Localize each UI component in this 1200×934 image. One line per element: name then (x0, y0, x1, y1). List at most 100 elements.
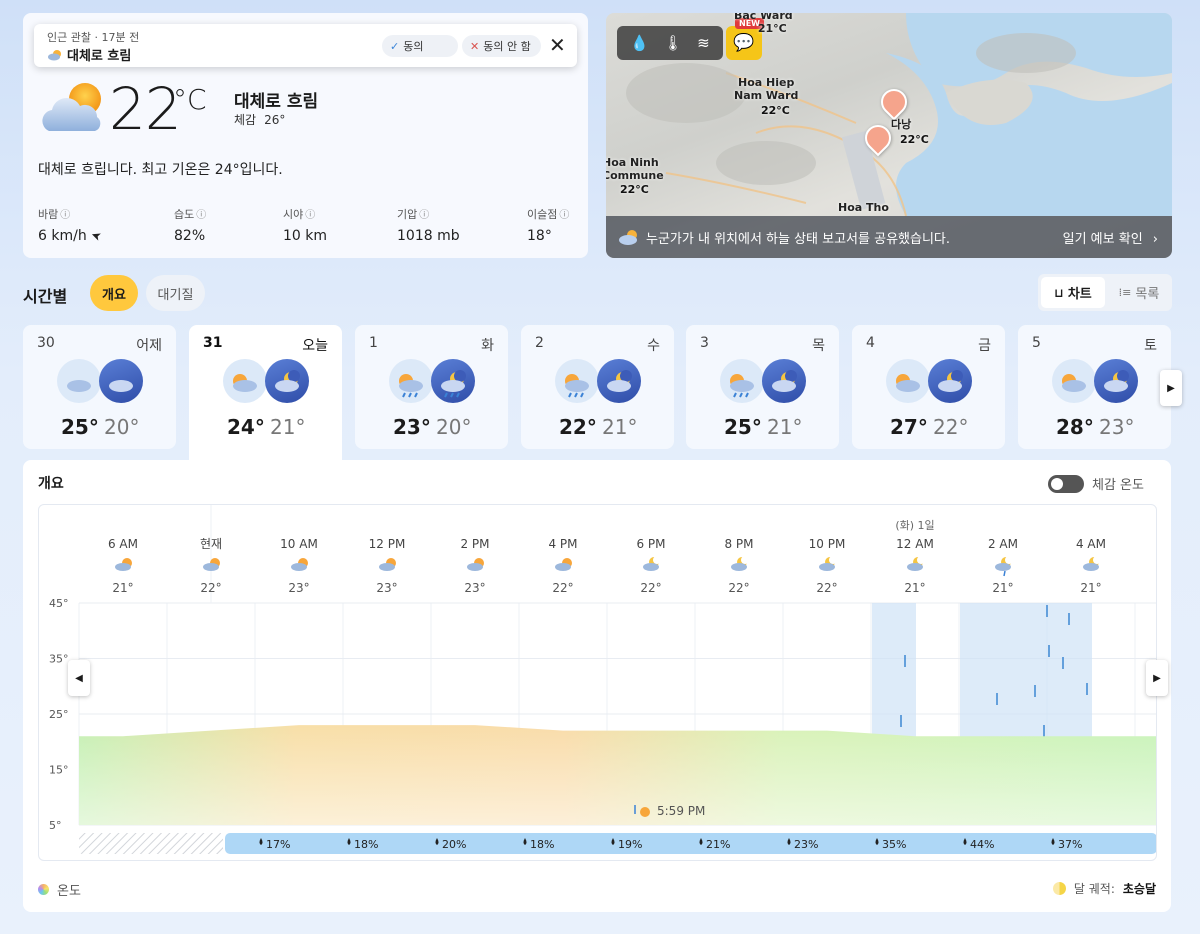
cloud-icon (1083, 563, 1099, 571)
moon-icon-shadow (653, 556, 661, 564)
map-location-name[interactable]: Hoa Tho (838, 201, 889, 214)
map-location-name: Bac Ward (734, 13, 793, 22)
day-card[interactable]: 1 화 23° 20° (355, 325, 508, 449)
stat-wind: 바람 ⓘ 6 km/h ➤ (38, 206, 103, 244)
day-card[interactable]: 5 토 28° 23° (1018, 325, 1171, 449)
disagree-button[interactable]: ✕ 동의 안 함 (462, 35, 541, 57)
info-icon[interactable]: ⓘ (305, 210, 315, 221)
day-card[interactable]: 30 어제 25° 20° (23, 325, 176, 449)
day-date: 4 (866, 335, 875, 351)
map-location-name[interactable]: 다낭 (891, 118, 911, 131)
hour-temperature-label: 23° (288, 581, 309, 595)
report-message: 누군가가 내 위치에서 하늘 상태 보고서를 공유했습니다. (646, 231, 951, 247)
hour-label: 12 PM (369, 537, 406, 551)
current-condition: 대체로 흐림 (234, 92, 319, 112)
temperature-unit[interactable]: °C (173, 83, 207, 116)
stat-humidity: 습도 ⓘ 82% (174, 206, 206, 244)
chart-view-button[interactable]: ⊔ 차트 (1041, 277, 1105, 308)
wind-layer-icon[interactable]: ≋ (697, 34, 710, 52)
day-low: 22° (933, 415, 969, 439)
day-marker-label: (화) 1일 (895, 518, 934, 532)
forecast-link-label: 일기 예보 확인 (1062, 231, 1143, 247)
current-temperature: 22 (109, 75, 182, 143)
precipitation-layer-icon[interactable]: 💧 (630, 34, 649, 52)
temperature-legend-icon (38, 884, 49, 895)
legend-moon: 달 궤적: 초승달 (1052, 880, 1156, 897)
precipitation-label: 18% (530, 838, 554, 851)
day-low: 21° (602, 415, 638, 439)
hour-temperature-label: 21° (992, 581, 1013, 595)
list-view-button[interactable]: ⁞≡ 목록 (1108, 277, 1170, 308)
day-scroll-right[interactable]: ▶ (1160, 370, 1182, 406)
legend-temperature-label: 온도 (57, 884, 81, 899)
info-icon[interactable]: ⓘ (60, 210, 70, 221)
hourly-section-title: 시간별 (23, 287, 68, 306)
hour-temperature-label: 22° (200, 581, 221, 595)
sunset-label: 5:59 PM (657, 804, 705, 818)
temperature-area-shade (79, 725, 1156, 825)
precipitation-label: 23% (794, 838, 818, 851)
temperature-layer-icon[interactable]: 🌡 (664, 34, 683, 52)
day-high: 27° (890, 415, 928, 439)
weather-map[interactable]: 💧 🌡 ≋ 💬 NEW Bac Ward 21°C Hoa Hiep Nam W… (606, 13, 1172, 258)
day-card[interactable]: 2 수 22° 21° (521, 325, 674, 449)
day-weather-icon (886, 359, 930, 403)
cloud-icon (203, 563, 219, 571)
stat-label: 시야 (283, 208, 304, 221)
chevron-right-icon: ▶ (1153, 672, 1161, 684)
y-tick-label: 35° (49, 653, 69, 666)
map-report-banner[interactable]: 누군가가 내 위치에서 하늘 상태 보고서를 공유했습니다. 일기 예보 확인 … (606, 216, 1172, 258)
chevron-right-icon: › (1152, 231, 1158, 247)
day-high: 25° (724, 415, 762, 439)
feels-like-toggle[interactable]: 체감 온도 (1048, 474, 1144, 493)
precipitation-past (79, 833, 223, 854)
cloud-icon (291, 563, 307, 571)
sunset-icon (640, 807, 650, 817)
map-location-label[interactable]: Bac Ward 21°C (734, 13, 793, 35)
hour-label: 2 AM (988, 537, 1018, 551)
tab-air-quality[interactable]: 대기질 (146, 275, 205, 311)
info-icon[interactable]: ⓘ (419, 210, 429, 221)
stat-label: 기압 (397, 208, 418, 221)
day-date: 30 (37, 335, 55, 351)
map-location-temp: 21°C (757, 22, 787, 35)
cloud-icon (643, 563, 659, 571)
info-icon[interactable]: ⓘ (196, 210, 206, 221)
agree-button[interactable]: ✓ 동의 (382, 35, 458, 57)
hour-label: 10 AM (280, 537, 318, 551)
current-conditions-card: 인근 관찰 · 17분 전 대체로 흐림 ✓ 동의 ✕ 동의 안 함 ✕ 22 … (23, 13, 588, 258)
precipitation-label: 21% (706, 838, 730, 851)
y-tick-label: 15° (49, 764, 69, 777)
chart-scroll-right[interactable]: ▶ (1146, 660, 1168, 696)
cloud-icon (555, 563, 571, 571)
hour-label: 4 PM (548, 537, 577, 551)
night-weather-icon (597, 359, 641, 403)
precipitation-label: 20% (442, 838, 466, 851)
map-location-label[interactable]: Hoa Hiep Nam Ward (734, 76, 798, 102)
moon-phase-icon (1052, 882, 1066, 895)
toggle-switch[interactable] (1048, 474, 1084, 493)
day-card[interactable]: 3 목 25° 21° (686, 325, 839, 449)
hour-temperature-label: 23° (376, 581, 397, 595)
moon-icon-shadow (829, 556, 837, 564)
hour-temperature-label: 21° (904, 581, 925, 595)
day-weather-icon (57, 359, 101, 403)
day-card[interactable]: 4 금 27° 22° (852, 325, 1005, 449)
tab-overview[interactable]: 개요 (90, 275, 138, 311)
hour-temperature-label: 22° (728, 581, 749, 595)
hour-label: 2 PM (460, 537, 489, 551)
forecast-link[interactable]: 일기 예보 확인 › (1063, 228, 1158, 247)
day-weekday: 목 (812, 338, 825, 354)
day-weekday: 화 (481, 338, 494, 354)
map-location-label[interactable]: Hoa Ninh Commune (606, 156, 664, 182)
close-icon[interactable]: ✕ (549, 33, 566, 57)
cloud-icon (907, 563, 923, 571)
forecast-summary: 대체로 흐립니다. 최고 기온은 24°입니다. (38, 162, 283, 178)
day-low: 20° (104, 415, 140, 439)
day-weekday: 금 (978, 338, 991, 354)
chart-scroll-left[interactable]: ◀ (68, 660, 90, 696)
hour-temperature-label: 21° (1080, 581, 1101, 595)
temperature-chart[interactable]: 45° 35° 25° 15° 5° (화) 1일 6 AM 21° 현재 22° 10 AM 23°… (39, 505, 1157, 861)
day-card[interactable]: 31 오늘 24° 21° (189, 325, 342, 461)
info-icon[interactable]: ⓘ (559, 210, 569, 221)
